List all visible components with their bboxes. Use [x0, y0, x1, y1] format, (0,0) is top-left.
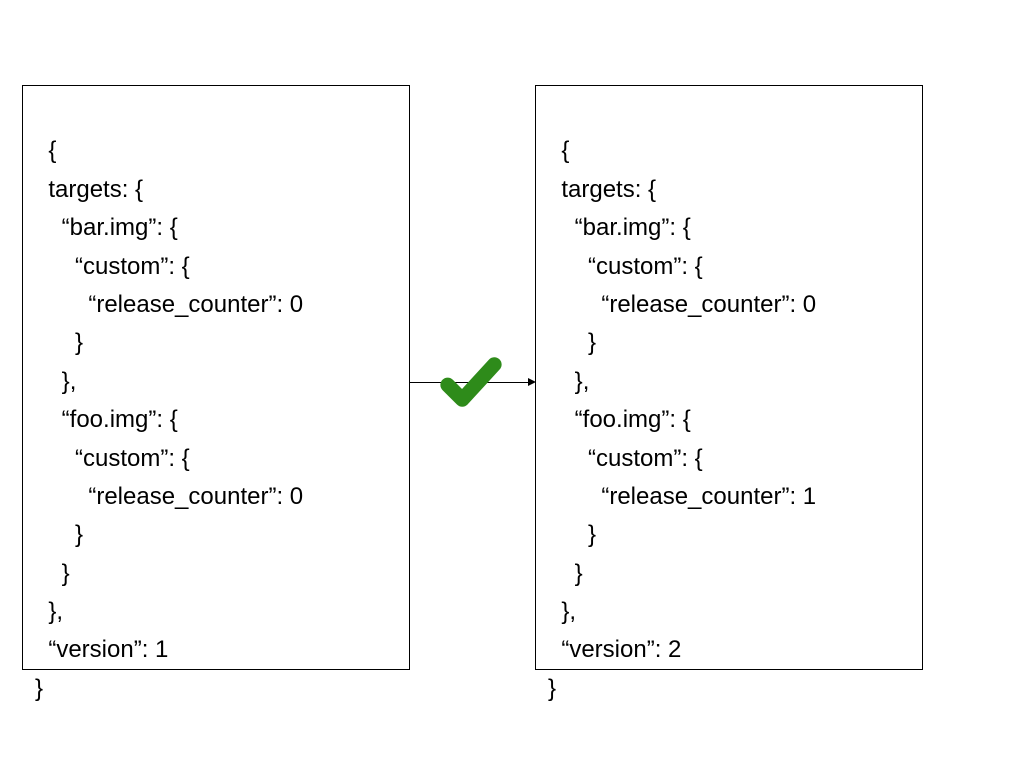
- transition-arrow-head: [528, 378, 536, 386]
- json-state-before: { targets: { “bar.img”: { “custom”: { “r…: [22, 85, 410, 670]
- json-before-text: { targets: { “bar.img”: { “custom”: { “r…: [35, 137, 303, 701]
- json-state-after: { targets: { “bar.img”: { “custom”: { “r…: [535, 85, 923, 670]
- check-icon: [436, 347, 506, 417]
- json-after-text: { targets: { “bar.img”: { “custom”: { “r…: [548, 137, 816, 701]
